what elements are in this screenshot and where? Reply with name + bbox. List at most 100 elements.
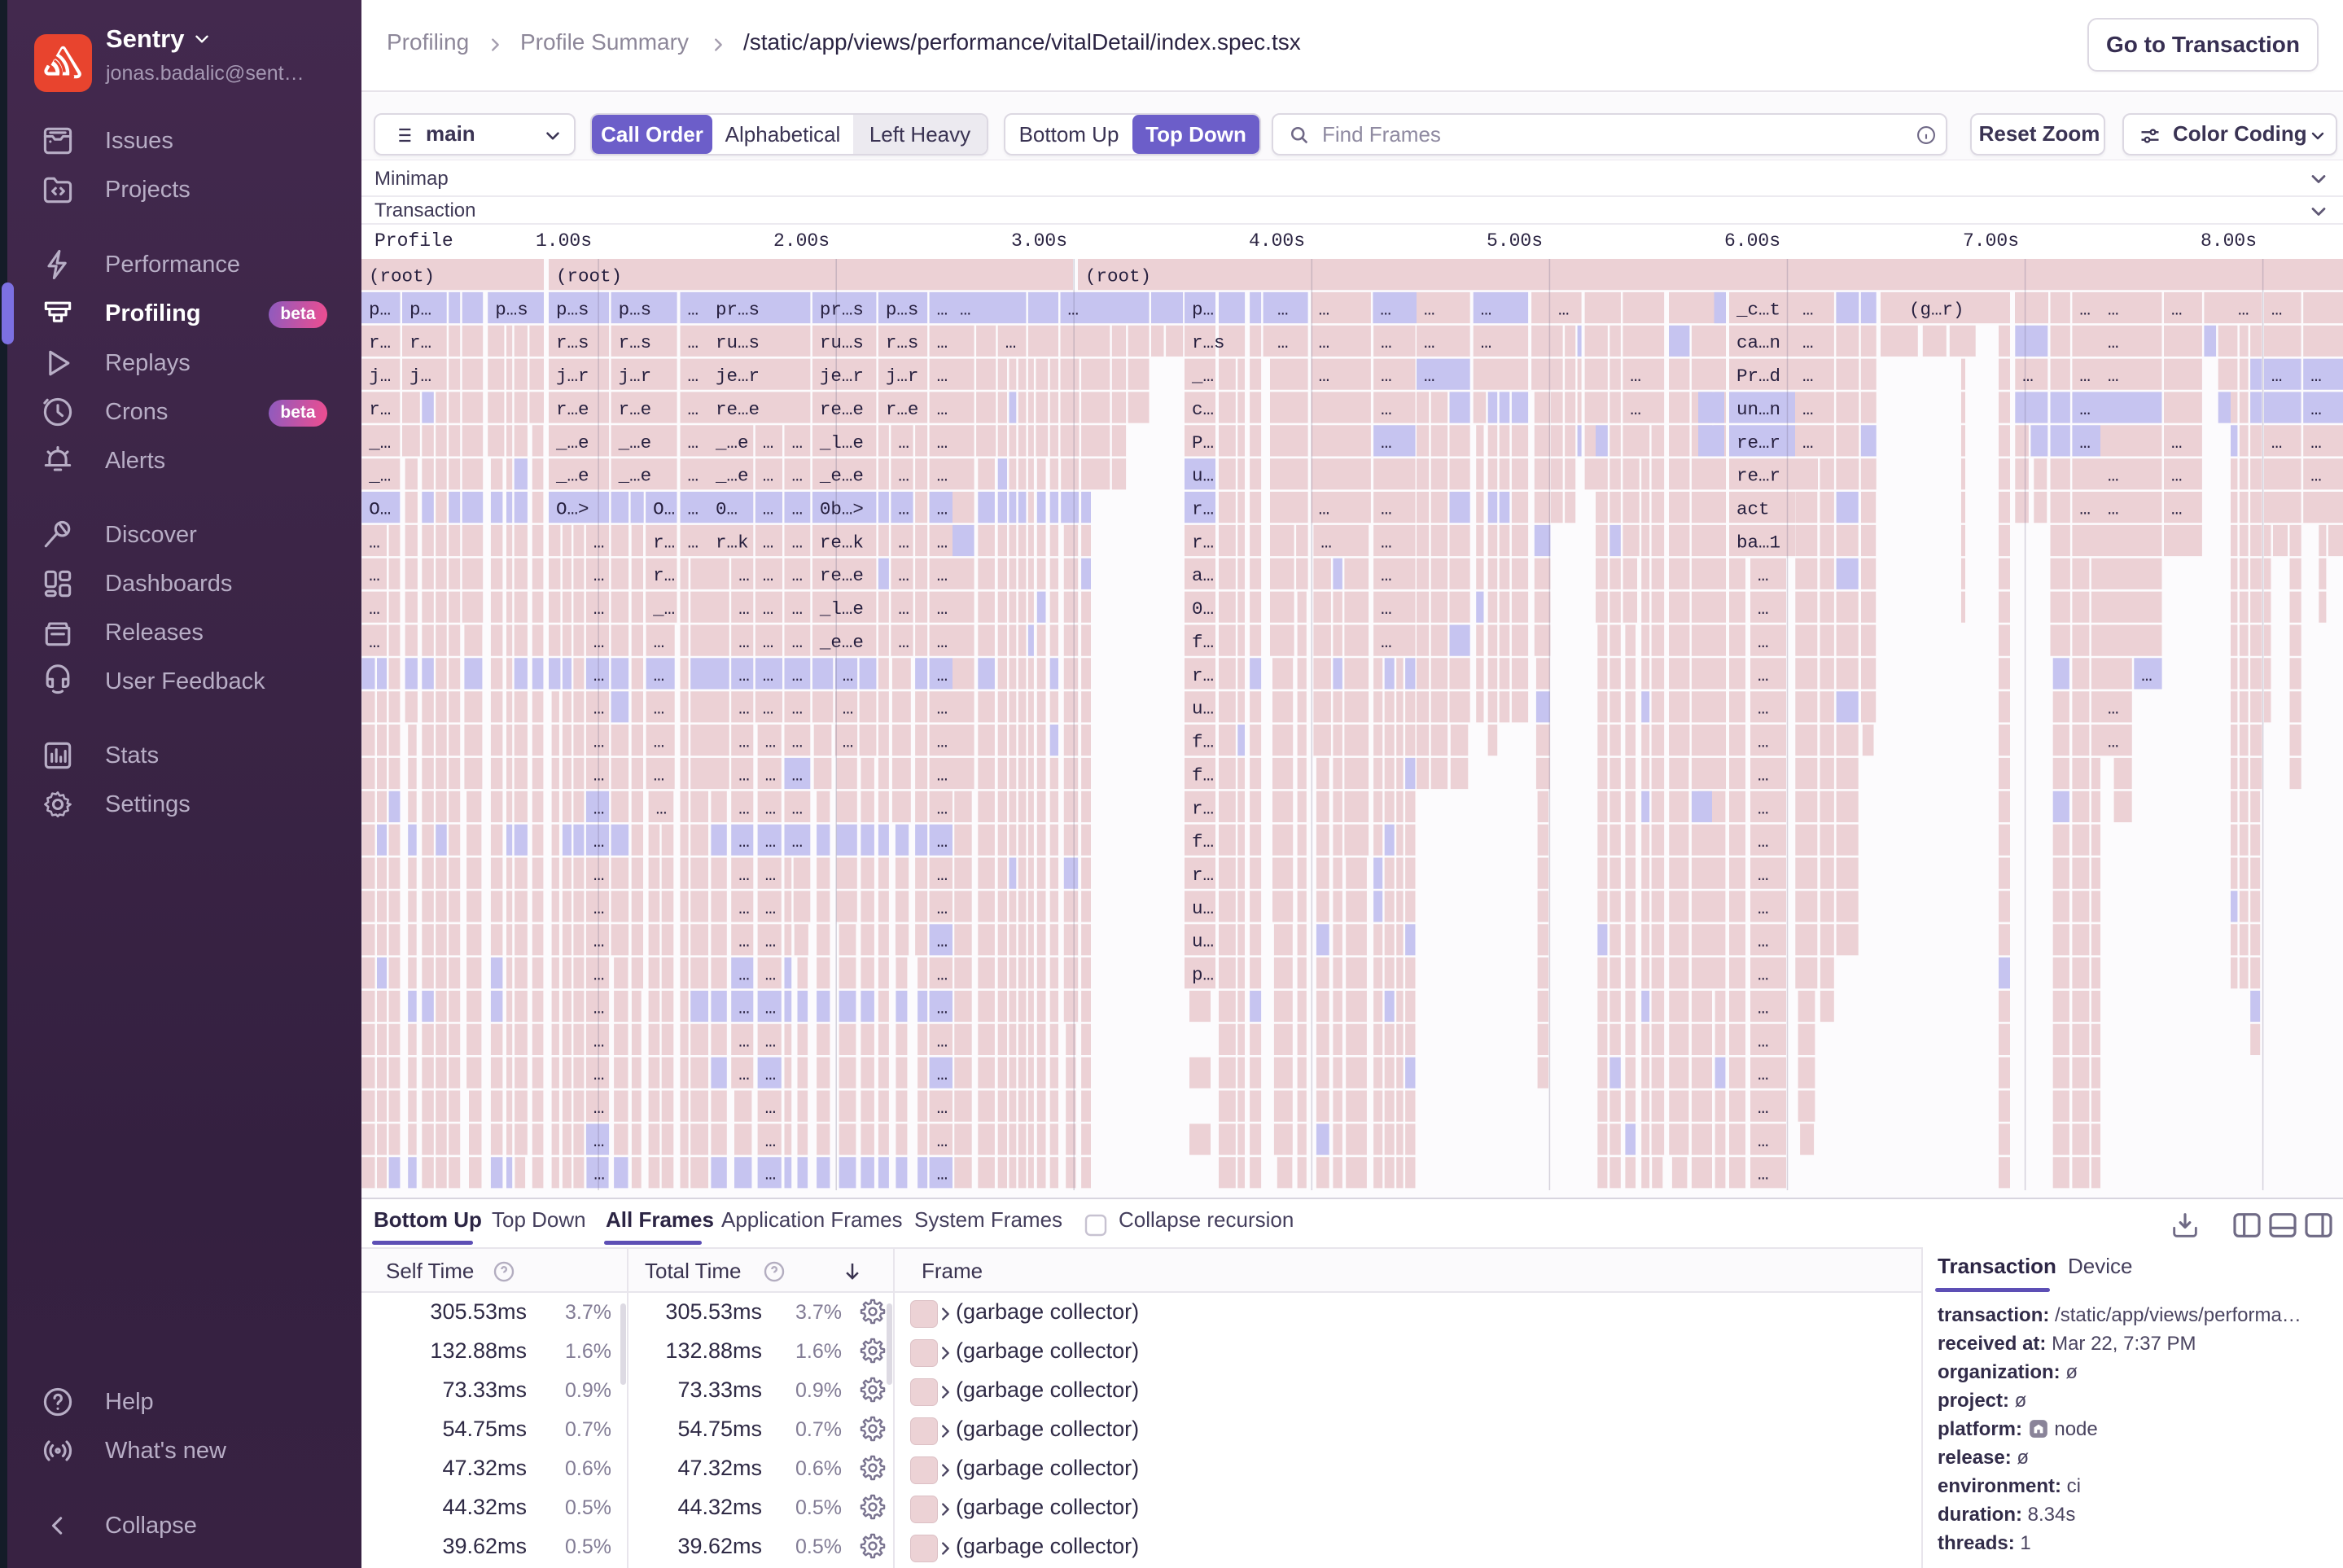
svg-text:r…s: r…s	[1192, 332, 1225, 353]
svg-text:…: …	[792, 499, 804, 520]
svg-text:p…s: p…s	[886, 299, 919, 320]
svg-text:r…: r…	[1192, 532, 1214, 553]
svg-text:…: …	[1005, 332, 1017, 353]
svg-text:0…: 0…	[1192, 598, 1214, 620]
svg-text:…: …	[1758, 965, 1769, 986]
svg-text:…: …	[2171, 499, 2183, 520]
svg-text:…: …	[688, 466, 699, 487]
svg-text:…: …	[2310, 466, 2322, 487]
svg-text:r…s: r…s	[619, 332, 652, 353]
svg-text:_…: _…	[1191, 366, 1214, 387]
svg-text:…: …	[937, 1097, 948, 1119]
svg-text:…: …	[593, 997, 605, 1018]
svg-text:…: …	[369, 632, 380, 653]
svg-text:…: …	[898, 565, 909, 586]
svg-text:…: …	[1758, 798, 1769, 819]
svg-text:r…e: r…e	[556, 399, 589, 420]
svg-text:…: …	[1758, 764, 1769, 786]
svg-text:ba…1: ba…1	[1736, 532, 1780, 553]
svg-text:…: …	[1802, 332, 1814, 353]
svg-text:r…: r…	[369, 399, 391, 420]
svg-text:…: …	[937, 665, 948, 686]
svg-text:…: …	[765, 732, 777, 753]
svg-text:…: …	[2022, 366, 2034, 387]
svg-text:…: …	[688, 499, 699, 520]
svg-text:…: …	[688, 399, 699, 420]
svg-text:…: …	[1424, 299, 1435, 320]
svg-text:u…: u…	[1192, 931, 1214, 953]
svg-text:p…: p…	[369, 299, 391, 320]
svg-text:…: …	[937, 831, 948, 852]
svg-text:(g…r): (g…r)	[1909, 299, 1964, 320]
svg-text:…: …	[688, 532, 699, 553]
svg-text:_…e: _…e	[715, 466, 749, 487]
svg-text:0…: 0…	[716, 499, 738, 520]
svg-text:…: …	[2108, 299, 2119, 320]
svg-text:…: …	[1319, 499, 1330, 520]
svg-text:…: …	[1758, 831, 1769, 852]
svg-text:…: …	[792, 798, 804, 819]
svg-text:…: …	[937, 466, 948, 487]
svg-text:p…s: p…s	[556, 299, 589, 320]
svg-text:…: …	[1319, 299, 1330, 320]
svg-text:…: …	[1481, 332, 1492, 353]
svg-text:Pr…d: Pr…d	[1736, 366, 1780, 387]
svg-text:…: …	[763, 565, 774, 586]
svg-text:…: …	[1381, 598, 1392, 620]
svg-text:…: …	[738, 798, 750, 819]
svg-text:…: …	[763, 432, 774, 453]
svg-text:…: …	[738, 665, 750, 686]
svg-text:…: …	[763, 532, 774, 553]
svg-text:pr…s: pr…s	[716, 299, 760, 320]
svg-text:…: …	[1758, 632, 1769, 653]
svg-text:…: …	[960, 299, 971, 320]
svg-text:…: …	[2108, 332, 2119, 353]
svg-text:a…: a…	[1192, 565, 1214, 586]
svg-text:p…: p…	[409, 299, 431, 320]
svg-text:…: …	[2108, 699, 2119, 720]
svg-text:…: …	[937, 1131, 948, 1152]
svg-text:…: …	[937, 332, 948, 353]
svg-text:…: …	[1802, 299, 1814, 320]
svg-text:act: act	[1736, 499, 1770, 520]
svg-text:re…k: re…k	[820, 532, 864, 553]
svg-text:_e…e: _e…e	[819, 632, 864, 653]
svg-text:…: …	[738, 632, 750, 653]
svg-text:p…s: p…s	[619, 299, 652, 320]
svg-text:_…e: _…e	[555, 432, 589, 453]
svg-text:…: …	[1277, 299, 1289, 320]
svg-text:…: …	[937, 399, 948, 420]
svg-text:_…e: _…e	[618, 432, 652, 453]
svg-text:…: …	[593, 1164, 605, 1185]
svg-text:…: …	[1758, 997, 1769, 1018]
svg-text:…: …	[2171, 466, 2183, 487]
svg-text:…: …	[937, 499, 948, 520]
svg-text:_c…t: _c…t	[1736, 299, 1780, 320]
svg-text:…: …	[1380, 299, 1391, 320]
svg-text:…: …	[765, 865, 777, 886]
svg-text:…: …	[1381, 499, 1392, 520]
svg-text:…: …	[1277, 332, 1289, 353]
svg-text:…: …	[765, 764, 777, 786]
svg-text:…: …	[593, 598, 605, 620]
svg-text:…: …	[1381, 332, 1392, 353]
svg-text:…: …	[654, 732, 665, 753]
svg-text:re…e: re…e	[820, 399, 864, 420]
svg-text:_…: _…	[652, 598, 675, 620]
svg-text:…: …	[593, 732, 605, 753]
svg-text:0b…>: 0b…>	[820, 499, 864, 520]
svg-text:…: …	[937, 931, 948, 953]
svg-text:…: …	[738, 598, 750, 620]
svg-text:re…e: re…e	[716, 399, 760, 420]
svg-text:…: …	[1424, 332, 1435, 353]
svg-text:…: …	[688, 299, 699, 320]
svg-text:…: …	[792, 764, 804, 786]
svg-text:c…: c…	[1192, 399, 1214, 420]
svg-text:j…r: j…r	[556, 366, 589, 387]
svg-text:…: …	[1320, 532, 1332, 553]
svg-text:…: …	[937, 432, 948, 453]
svg-text:…: …	[738, 1031, 750, 1052]
svg-text:…: …	[2108, 366, 2119, 387]
svg-text:…: …	[1381, 399, 1392, 420]
svg-text:r…: r…	[653, 532, 675, 553]
